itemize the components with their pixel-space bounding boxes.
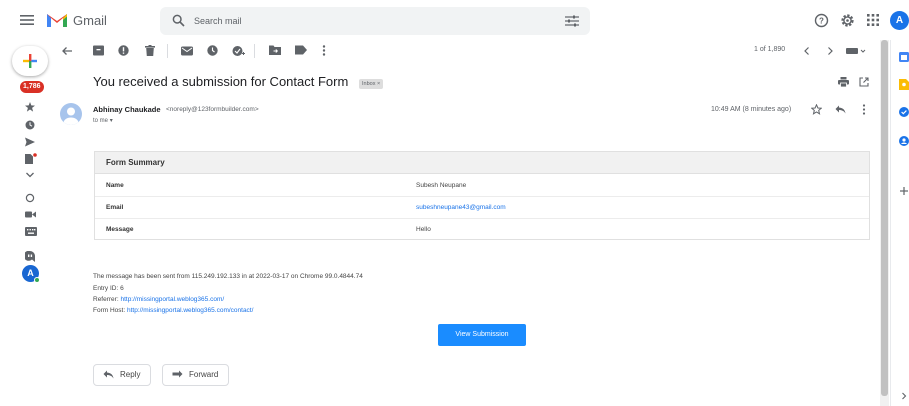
sent-info-text: The message has been sent from 115.249.1… <box>93 273 363 280</box>
reply-button-label: Reply <box>120 370 141 379</box>
toolbar-divider <box>167 44 168 58</box>
email-subject: You received a submission for Contact Fo… <box>93 74 349 89</box>
more-options-vertical-icon[interactable] <box>322 45 336 59</box>
online-status-dot <box>34 277 40 283</box>
recipients-dropdown[interactable]: to me ▾ <box>93 117 113 124</box>
form-field-label: Name <box>106 182 124 189</box>
inbox-label-chip[interactable]: Inbox × <box>359 79 384 89</box>
form-host-line: Form Host: http://missingportal.weblog36… <box>93 307 253 314</box>
toolbar-divider <box>254 44 255 58</box>
app-name: Gmail <box>73 13 107 28</box>
meet-icon[interactable] <box>25 193 35 203</box>
search-bar[interactable] <box>160 7 590 35</box>
form-field-label: Email <box>106 204 124 211</box>
snooze-clock-icon[interactable] <box>207 45 221 59</box>
mark-unread-icon[interactable] <box>181 45 195 59</box>
compose-button[interactable] <box>12 46 48 76</box>
drafts-icon[interactable] <box>25 153 37 164</box>
archive-icon[interactable] <box>93 45 107 59</box>
snoozed-clock-icon[interactable] <box>25 120 35 130</box>
compose-plus-icon <box>23 54 37 68</box>
newer-chevron-left-icon[interactable] <box>803 46 817 60</box>
move-to-folder-icon[interactable] <box>269 45 283 59</box>
referrer-line: Referrer: http://missingportal.weblog365… <box>93 296 224 303</box>
starred-icon[interactable] <box>25 102 35 112</box>
scrollbar-thumb[interactable] <box>881 40 888 396</box>
email-timestamp: 10:49 AM (8 minutes ago) <box>711 106 792 113</box>
sender-avatar[interactable] <box>60 103 82 125</box>
back-arrow-icon[interactable] <box>61 45 75 59</box>
expand-panel-chevron-icon[interactable] <box>901 392 907 400</box>
side-panel <box>890 40 909 406</box>
form-field-email-link[interactable]: subeshneupane43@gmail.com <box>416 204 506 211</box>
reply-arrow-icon <box>103 370 114 379</box>
forward-arrow-icon <box>172 370 183 378</box>
form-row-message: Message Hello <box>95 219 869 241</box>
form-host-link[interactable]: http://missingportal.weblog365.com/conta… <box>127 307 253 314</box>
search-icon[interactable] <box>172 14 185 27</box>
referrer-link[interactable]: http://missingportal.weblog365.com/ <box>120 296 224 303</box>
gmail-logo-icon[interactable] <box>46 12 68 28</box>
get-addons-plus-icon[interactable] <box>899 186 909 196</box>
forward-button[interactable]: Forward <box>162 364 230 386</box>
form-row-email: Email subeshneupane43@gmail.com <box>95 197 869 219</box>
message-more-options-icon[interactable] <box>862 104 866 115</box>
search-input[interactable] <box>194 13 554 29</box>
recipients-text: to me <box>93 118 109 124</box>
google-tasks-icon[interactable] <box>899 107 909 117</box>
account-avatar[interactable]: A <box>890 11 909 30</box>
video-camera-icon[interactable] <box>25 210 36 219</box>
form-summary-card: Form Summary Name Subesh Neupane Email s… <box>94 151 870 240</box>
default-person-icon <box>63 107 79 125</box>
print-icon[interactable] <box>838 77 849 87</box>
reply-arrow-icon[interactable] <box>835 105 846 114</box>
sender-email: <noreply@123formbuilder.com> <box>166 106 259 113</box>
keyboard-icon[interactable] <box>25 227 37 236</box>
add-to-tasks-icon[interactable] <box>232 45 246 59</box>
delete-trash-icon[interactable] <box>145 45 159 59</box>
form-field-label: Message <box>106 226 134 233</box>
svg-text:?: ? <box>819 17 824 26</box>
form-summary-header: Form Summary <box>95 152 869 174</box>
remove-label-close-icon[interactable]: × <box>377 81 380 87</box>
form-host-label: Form Host: <box>93 307 126 314</box>
label-tag-icon[interactable] <box>295 45 309 59</box>
sent-icon[interactable] <box>25 137 35 147</box>
form-field-value: Subesh Neupane <box>416 182 467 189</box>
settings-gear-icon[interactable] <box>840 13 855 28</box>
form-summary-title: Form Summary <box>106 158 165 167</box>
input-tools-keyboard-icon[interactable] <box>846 47 866 61</box>
sender-email-address: noreply@123formbuilder.com <box>169 106 255 113</box>
inbox-label-text: Inbox <box>362 81 376 87</box>
search-options-icon[interactable] <box>565 15 579 27</box>
reply-button[interactable]: Reply <box>93 364 152 386</box>
google-calendar-icon[interactable] <box>899 52 909 62</box>
apps-grid-icon[interactable] <box>867 14 879 26</box>
pagination-count: 1 of 1,890 <box>754 46 786 53</box>
report-spam-icon[interactable] <box>118 45 132 59</box>
view-submission-button[interactable]: View Submission <box>438 324 526 346</box>
main-menu-icon[interactable] <box>20 14 34 26</box>
recipients-chevron-down-icon: ▾ <box>109 118 113 124</box>
star-outline-icon[interactable] <box>811 104 822 115</box>
forward-button-label: Forward <box>189 370 219 379</box>
entry-id-text: Entry ID: 6 <box>93 285 124 292</box>
inbox-unread-badge[interactable]: 1,786 <box>20 81 44 93</box>
help-icon[interactable]: ? <box>814 13 829 28</box>
sender-name[interactable]: Abhinay Chaukade <box>93 105 161 114</box>
older-chevron-right-icon[interactable] <box>826 46 840 60</box>
top-bar: Gmail ? A <box>0 0 909 42</box>
open-in-new-window-icon[interactable] <box>859 77 869 87</box>
google-contacts-icon[interactable] <box>899 136 909 146</box>
form-field-value: Hello <box>416 226 431 233</box>
form-row-name: Name Subesh Neupane <box>95 175 869 197</box>
hangouts-chat-icon[interactable] <box>25 251 35 262</box>
referrer-label: Referrer: <box>93 296 119 303</box>
google-keep-icon[interactable] <box>899 79 909 90</box>
more-chevron-down-icon[interactable] <box>25 171 35 179</box>
